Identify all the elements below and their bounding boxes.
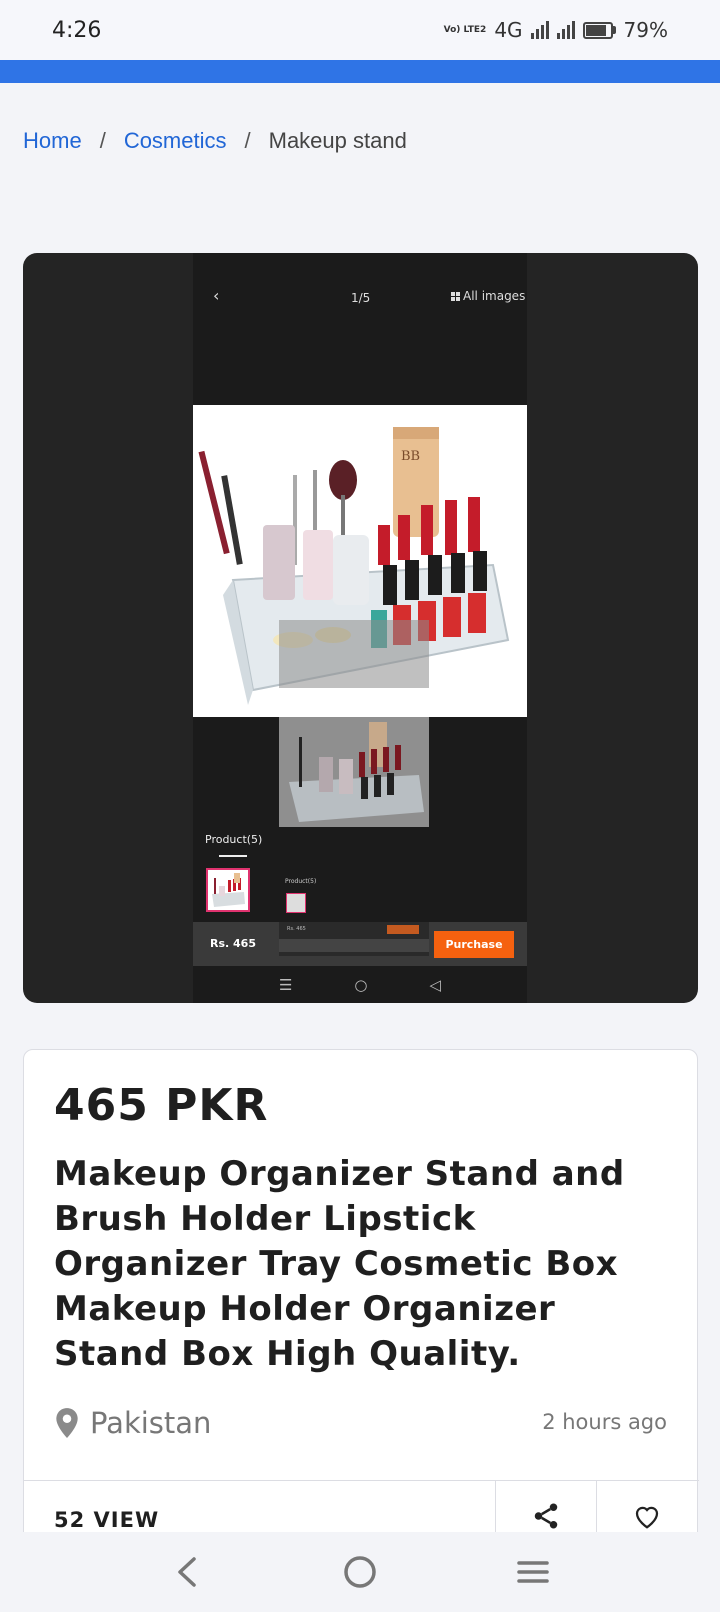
product-photo: ‹ 1/5 All images BB Product(5) Product(5… (193, 253, 527, 1003)
home-icon (344, 1556, 376, 1588)
status-indicators: Vo) LTE2 4G 79% (444, 18, 668, 42)
listing-card: 465 PKR Makeup Organizer Stand and Brush… (23, 1049, 699, 1612)
network-type: 4G (494, 18, 523, 42)
breadcrumb-category[interactable]: Cosmetics (124, 128, 227, 154)
breadcrumb-separator: / (99, 128, 106, 153)
overlay-strip: Rs. 465 (279, 922, 429, 956)
organizer-thumbnail-illustration (279, 717, 429, 827)
listing-location: Pakistan (54, 1406, 211, 1440)
breadcrumb-home[interactable]: Home (23, 128, 82, 154)
system-nav-bar (0, 1532, 720, 1612)
svg-text:BB: BB (401, 449, 420, 464)
chevron-left-icon: ‹ (213, 286, 220, 305)
all-images-text: All images (463, 289, 526, 303)
battery-percent: 79% (623, 18, 668, 42)
view-count: 52 VIEW (54, 1508, 160, 1532)
tab-underline (219, 855, 247, 857)
breadcrumb: Home / Cosmetics / Makeup stand (23, 128, 407, 154)
mini-thumbnail (286, 893, 306, 913)
signal-icon (530, 21, 549, 39)
overlay-preview-image (279, 717, 429, 827)
purchase-bar: Rs. 465 Rs. 465 Purchase (193, 922, 527, 966)
location-pin-icon (56, 1408, 78, 1438)
overlay-preview (279, 620, 429, 688)
mini-product-label: Product(5) (285, 878, 317, 885)
menu-icon: ☰ (278, 975, 293, 994)
back-icon (177, 1557, 196, 1587)
triangle-back-icon: ◁ (429, 975, 442, 994)
photo-top-bar: ‹ 1/5 All images (193, 278, 527, 318)
home-button[interactable] (330, 1542, 390, 1602)
mini-price: Rs. 465 (287, 926, 306, 932)
location-text: Pakistan (90, 1406, 212, 1440)
all-images-label: All images (451, 289, 525, 303)
mini-nav (279, 939, 429, 952)
circle-icon: ○ (354, 975, 368, 994)
photo-price: Rs. 465 (210, 937, 256, 950)
grid-icon (451, 291, 460, 301)
header-bar (0, 60, 720, 83)
recents-icon (517, 1561, 550, 1583)
status-bar: 4:26 Vo) LTE2 4G 79% (0, 0, 720, 60)
breadcrumb-current: Makeup stand (268, 128, 407, 153)
posted-time: 2 hours ago (542, 1410, 667, 1434)
listing-title: Makeup Organizer Stand and Brush Holder … (54, 1154, 625, 1374)
status-time: 4:26 (52, 17, 102, 43)
signal-icon (556, 21, 575, 39)
back-button[interactable] (157, 1542, 217, 1602)
photo-counter: 1/5 (351, 291, 371, 305)
listing-price: 465 PKR (54, 1080, 269, 1131)
volte-indicator: Vo) LTE2 (443, 24, 487, 35)
share-icon (534, 1503, 558, 1529)
photo-nav-bar: ☰ ○ ◁ (193, 966, 527, 1003)
product-image-gallery[interactable]: ‹ 1/5 All images BB Product(5) Product(5… (23, 253, 698, 1003)
product-tab: Product(5) (205, 833, 263, 846)
photo-purchase-button: Purchase (434, 931, 514, 958)
battery-icon (582, 21, 616, 39)
thumbnail-illustration (208, 870, 248, 910)
product-thumbnail (206, 868, 250, 912)
mini-purchase-button (387, 925, 419, 934)
recents-button[interactable] (503, 1542, 563, 1602)
heart-icon (635, 1506, 659, 1529)
breadcrumb-separator: / (244, 128, 251, 153)
